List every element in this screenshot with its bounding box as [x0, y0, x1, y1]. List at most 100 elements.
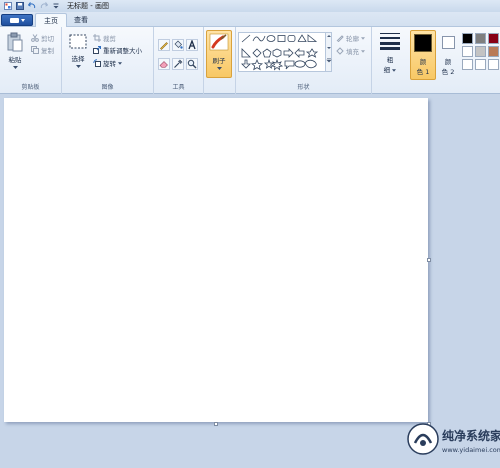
tab-home[interactable]: 主页: [35, 13, 67, 28]
text-icon: [188, 39, 196, 50]
fill-tool[interactable]: [172, 39, 184, 51]
chevron-down-icon: [327, 47, 331, 49]
tab-view[interactable]: 查看: [66, 13, 96, 27]
brush-icon: [209, 33, 229, 51]
color1-label-line1: 颜: [419, 58, 427, 66]
fill-label: 填充: [346, 48, 359, 56]
color1-label-line2: 色 1: [416, 68, 430, 76]
outline-icon: [336, 35, 344, 42]
cut-button[interactable]: 剪切: [31, 33, 54, 43]
eraser-tool[interactable]: [158, 58, 170, 70]
title-bar: 无标题 - 画图: [0, 0, 500, 12]
paint-menu-button[interactable]: [1, 14, 33, 26]
palette-swatch[interactable]: [475, 46, 486, 57]
cut-label: 剪切: [41, 35, 54, 43]
palette-swatch[interactable]: [488, 59, 499, 70]
watermark: 纯净系统家园 www.yidaimei.com: [404, 408, 500, 466]
resize-handle-bottom[interactable]: [214, 422, 218, 426]
brushes-label: 刷子: [212, 57, 226, 65]
palette-swatch[interactable]: [475, 59, 486, 70]
image-group-label: 图像: [101, 84, 114, 91]
paste-icon: [7, 32, 23, 52]
resize-handle-right[interactable]: [427, 258, 431, 262]
resize-icon: [93, 46, 101, 54]
shapes-gallery-icons: [241, 34, 319, 71]
line-width-icon: [380, 33, 400, 50]
color2-swatch: [441, 36, 455, 49]
palette-swatch[interactable]: [475, 33, 486, 44]
clipboard-group: 粘贴 剪切 复制 剪贴板: [0, 27, 62, 94]
chevron-down-icon: [75, 65, 81, 68]
chevron-down-icon: [361, 36, 365, 40]
customize-quick-access-icon[interactable]: [51, 2, 60, 11]
shapes-group: 轮廓 填充 形状: [236, 27, 372, 94]
fill-icon: [336, 47, 344, 55]
magnifier-tool[interactable]: [186, 58, 198, 70]
tools-group: 工具: [154, 27, 204, 94]
paste-button[interactable]: 粘贴: [4, 32, 26, 72]
pencil-tool[interactable]: [158, 39, 170, 51]
select-label: 选择: [71, 55, 85, 63]
copy-button[interactable]: 复制: [31, 45, 54, 55]
size-button[interactable]: 粗 细: [376, 32, 404, 80]
palette-swatch[interactable]: [488, 46, 499, 57]
chevron-down-icon: [12, 66, 18, 69]
eyedropper-icon: [174, 59, 183, 68]
redo-icon[interactable]: [39, 2, 48, 11]
color2-button[interactable]: 颜 色 2: [438, 30, 458, 80]
color2-label-line2: 色 2: [441, 68, 455, 76]
color-palette: [460, 31, 500, 75]
palette-swatch[interactable]: [462, 59, 473, 70]
scissors-icon: [31, 34, 39, 42]
chevron-down-icon: [118, 61, 122, 65]
bucket-icon: [174, 40, 183, 49]
chevron-up-icon: [327, 35, 331, 37]
resize-button[interactable]: 重新调整大小: [93, 45, 142, 55]
size-label-line2: 细: [383, 66, 391, 74]
select-icon: [69, 34, 87, 49]
palette-swatch[interactable]: [488, 33, 499, 44]
text-tool[interactable]: [186, 39, 198, 51]
copy-label: 复制: [41, 47, 54, 55]
shapes-gallery-scroll[interactable]: [326, 32, 332, 72]
copy-icon: [31, 46, 39, 54]
eraser-icon: [159, 61, 168, 68]
clipboard-group-label: 剪贴板: [21, 84, 40, 91]
tools-group-label: 工具: [172, 84, 185, 91]
outline-button[interactable]: 轮廓: [336, 33, 365, 43]
palette-swatch[interactable]: [462, 46, 473, 57]
pencil-icon: [160, 42, 168, 50]
save-icon[interactable]: [15, 2, 24, 11]
watermark-logo-icon: [407, 423, 439, 455]
rotate-button[interactable]: 旋转: [93, 58, 122, 68]
brushes-group: 刷子: [204, 27, 236, 94]
paste-label: 粘贴: [8, 56, 22, 64]
chevron-down-icon: [20, 18, 25, 22]
undo-icon[interactable]: [27, 2, 36, 11]
brushes-button[interactable]: 刷子: [206, 30, 232, 78]
rotate-icon: [93, 59, 101, 67]
window-title: 无标题 - 画图: [67, 2, 109, 10]
chevron-down-icon: [216, 67, 222, 70]
resize-label: 重新调整大小: [103, 47, 142, 55]
shapes-group-label: 形状: [297, 84, 310, 91]
color1-swatch: [414, 34, 432, 52]
color-picker-tool[interactable]: [172, 58, 184, 70]
shapes-gallery[interactable]: [238, 32, 326, 72]
image-group: 选择 裁剪 重新调整大小 旋转 图像: [62, 27, 154, 94]
crop-button[interactable]: 裁剪: [93, 33, 116, 43]
size-label-line1: 粗: [386, 56, 394, 64]
ribbon: 粘贴 剪切 复制 剪贴板 选择 裁剪 重新调整大小 旋转 图像 工具 刷子 轮廓…: [0, 27, 500, 94]
rotate-label: 旋转: [103, 60, 116, 68]
app-icon: [3, 2, 12, 11]
palette-swatch[interactable]: [462, 33, 473, 44]
menu-icon: [9, 17, 19, 23]
ribbon-tab-strip: 主页 查看: [0, 12, 500, 28]
color1-button[interactable]: 颜 色 1: [410, 30, 436, 80]
more-icon: [326, 58, 332, 63]
drawing-canvas[interactable]: [4, 98, 428, 422]
select-button[interactable]: 选择: [67, 34, 89, 74]
chevron-down-icon: [361, 49, 365, 53]
magnifier-icon: [187, 59, 197, 69]
fill-button[interactable]: 填充: [336, 46, 365, 56]
